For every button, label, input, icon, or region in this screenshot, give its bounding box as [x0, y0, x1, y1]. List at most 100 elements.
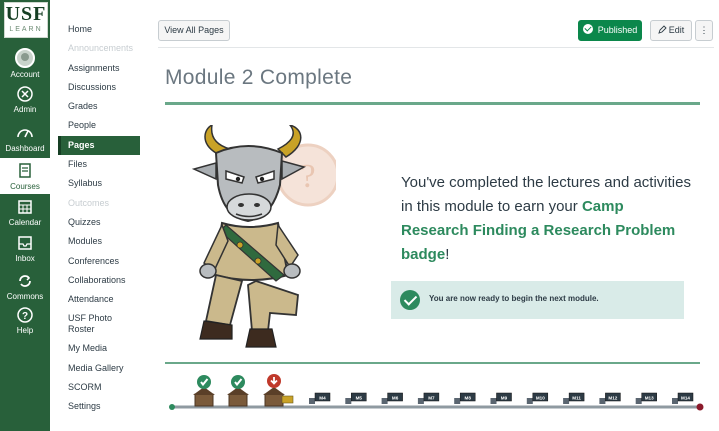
course-nav-discussions[interactable]: Discussions — [58, 78, 140, 97]
module-label: M8 — [465, 395, 472, 400]
course-nav-grades[interactable]: Grades — [58, 97, 140, 116]
view-all-pages-button[interactable]: View All Pages — [158, 20, 230, 41]
account-avatar-icon — [15, 48, 35, 68]
course-nav-people[interactable]: People — [58, 116, 140, 135]
module-label: M4 — [319, 395, 326, 400]
inbox-icon — [18, 236, 32, 250]
check-circle-icon — [400, 290, 420, 310]
course-nav-pages[interactable]: Pages — [58, 135, 140, 156]
svg-text:?: ? — [300, 158, 315, 195]
module-label: M13 — [645, 395, 654, 400]
global-nav-label: Commons — [6, 292, 44, 301]
course-nav-my-media[interactable]: My Media — [58, 339, 140, 358]
course-nav-quizzes[interactable]: Quizzes — [58, 213, 140, 232]
module-marker-icon — [417, 398, 424, 404]
cabin-icon — [228, 393, 248, 407]
course-nav-media-gallery[interactable]: Media Gallery — [58, 359, 140, 378]
module-marker-icon — [490, 398, 497, 404]
cabin-icon — [264, 393, 284, 407]
module-marker-icon — [309, 398, 315, 404]
course-nav-settings[interactable]: Settings — [58, 397, 140, 416]
global-nav-label: Inbox — [15, 254, 35, 263]
completion-message-end: ! — [445, 246, 450, 263]
help-icon: ? — [17, 307, 33, 323]
more-options-button[interactable]: ⋮ — [695, 20, 713, 41]
content-divider — [165, 362, 700, 364]
global-nav-calendar[interactable]: Calendar — [0, 198, 50, 227]
published-label: Published — [597, 25, 638, 35]
module-marker-icon — [345, 398, 352, 404]
global-nav-label: Help — [16, 326, 34, 335]
global-navigation: USF LEARN Account Admin Dashboard Course… — [0, 0, 50, 431]
module-marker-icon — [635, 398, 642, 404]
global-nav-courses[interactable]: Courses — [0, 158, 50, 194]
module-marker-icon — [672, 398, 678, 404]
course-nav-files[interactable]: Files — [58, 155, 140, 174]
course-nav-collaborations[interactable]: Collaborations — [58, 271, 140, 290]
course-nav-syllabus[interactable]: Syllabus — [58, 174, 140, 193]
global-nav-label: Dashboard — [5, 144, 45, 153]
course-nav-assignments[interactable]: Assignments — [58, 59, 140, 78]
bull-mascot-illustration: ? — [191, 125, 336, 348]
module-label: M11 — [572, 395, 581, 400]
global-nav-label: Calendar — [8, 218, 42, 227]
edit-button[interactable]: Edit — [650, 20, 692, 41]
module-label: M6 — [392, 395, 399, 400]
course-nav-home[interactable]: Home — [58, 20, 140, 39]
cabin-icon — [194, 393, 214, 407]
completion-message-text: You've completed the lectures and activi… — [401, 174, 691, 215]
module-label: M14 — [681, 395, 690, 400]
usf-learn-logo[interactable]: USF LEARN — [4, 2, 48, 38]
global-nav-commons[interactable]: Commons — [0, 272, 50, 301]
module-label: M5 — [356, 395, 363, 400]
module-marker-icon — [454, 398, 461, 404]
next-module-notice: You are now ready to begin the next modu… — [391, 281, 684, 319]
module-progress-track: M4 M5 M6 M7 M8 M9 M10 M11 M12 M13 M14 — [169, 374, 704, 411]
cabin-roof-icon — [263, 387, 285, 395]
current-sign-icon — [281, 395, 294, 404]
notice-text: You are now ready to begin the next modu… — [429, 294, 599, 303]
course-nav-announcements[interactable]: Announcements — [58, 39, 140, 58]
courses-book-icon — [19, 163, 31, 178]
module-marker-icon — [381, 398, 388, 404]
course-nav-scorm[interactable]: SCORM — [58, 378, 140, 397]
module-marker-icon — [526, 398, 533, 404]
commons-icon — [19, 275, 31, 287]
course-nav-conferences[interactable]: Conferences — [58, 252, 140, 271]
header-divider — [158, 47, 714, 48]
track-start-dot — [169, 404, 175, 410]
check-circle-icon — [582, 24, 593, 34]
published-button[interactable]: Published — [578, 20, 642, 41]
module-marker-icon — [599, 398, 606, 404]
title-divider — [165, 102, 700, 105]
edit-label: Edit — [668, 25, 685, 35]
module-label: M7 — [428, 395, 435, 400]
global-nav-help[interactable]: ? Help — [0, 306, 50, 335]
pencil-icon — [658, 25, 667, 34]
module-label: M9 — [501, 395, 508, 400]
global-nav-dashboard[interactable]: Dashboard — [0, 124, 50, 153]
module-label: M10 — [536, 395, 545, 400]
global-nav-account[interactable]: Account — [0, 48, 50, 79]
dashboard-gauge-icon — [17, 129, 33, 138]
track-end-dot — [696, 403, 704, 411]
admin-shield-icon — [17, 86, 33, 102]
module-marker-icon — [563, 398, 570, 404]
global-nav-inbox[interactable]: Inbox — [0, 234, 50, 263]
course-nav-modules[interactable]: Modules — [58, 232, 140, 251]
global-nav-label: Admin — [13, 105, 37, 114]
completion-message: You've completed the lectures and activi… — [401, 171, 691, 267]
logo-text: USF — [5, 3, 47, 25]
logo-subtext: LEARN — [9, 26, 43, 33]
module-label: M12 — [608, 395, 617, 400]
course-navigation: Home Announcements Assignments Discussio… — [58, 20, 140, 417]
svg-text:?: ? — [22, 311, 28, 322]
global-nav-label: Courses — [10, 182, 40, 191]
calendar-icon — [18, 200, 32, 214]
course-nav-photo-roster[interactable]: USF Photo Roster — [58, 309, 128, 339]
global-nav-admin[interactable]: Admin — [0, 85, 50, 114]
course-nav-attendance[interactable]: Attendance — [58, 290, 140, 309]
global-nav-label: Account — [10, 70, 40, 79]
page-title: Module 2 Complete — [165, 66, 353, 89]
course-nav-outcomes[interactable]: Outcomes — [58, 194, 140, 213]
